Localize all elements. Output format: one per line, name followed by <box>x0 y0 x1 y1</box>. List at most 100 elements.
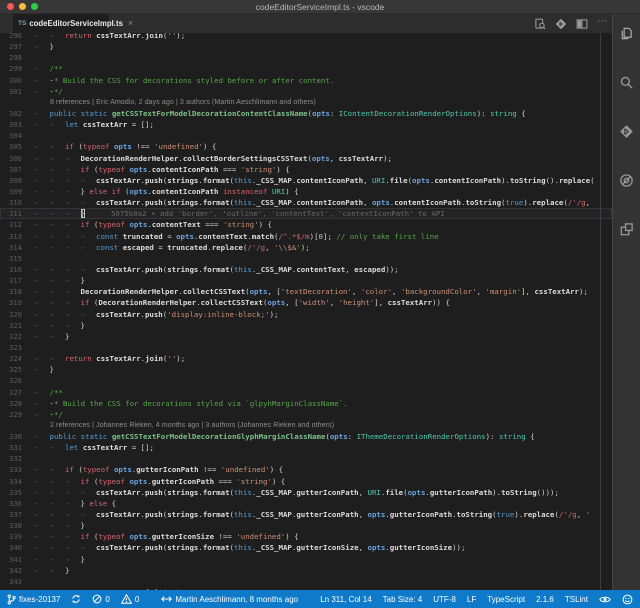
code-line[interactable]: 317→→→} <box>0 275 612 286</box>
code-line[interactable]: 325→} <box>0 364 612 375</box>
cursor-position-item[interactable]: Ln 311, Col 14 <box>320 595 371 604</box>
line-number: 323 <box>0 342 22 353</box>
codelens-row[interactable]: 2 references | Johannes Rieken, 4 months… <box>0 420 612 431</box>
gitlens-compare-icon[interactable] <box>555 18 567 30</box>
open-preview-icon[interactable] <box>534 18 546 30</box>
debug-icon[interactable] <box>619 173 634 188</box>
eol-item[interactable]: LF <box>467 595 476 604</box>
code-line[interactable]: 298 <box>0 52 612 63</box>
code-line[interactable]: 319→→→if (DecorationRenderHelper.collect… <box>0 297 612 308</box>
code-line[interactable]: 334→→→if (typeof opts.gutterIconPath ===… <box>0 476 612 487</box>
line-number: 310 <box>0 197 22 208</box>
code-line[interactable]: 313→→→→const truncated = opts.contentTex… <box>0 231 612 242</box>
code-line[interactable]: 310→→→→cssTextArr.push(strings.format(th… <box>0 197 612 208</box>
code-lines: 296→→return cssTextArr.join('');297→}298… <box>0 33 612 590</box>
code-line[interactable]: 299→/** <box>0 63 612 74</box>
code-line[interactable]: 329→·*/ <box>0 409 612 420</box>
tab-size-item[interactable]: Tab Size: 4 <box>383 595 423 604</box>
code-line[interactable]: 316→→→→cssTextArr.push(strings.format(th… <box>0 264 612 275</box>
code-line[interactable]: 342→→} <box>0 565 612 576</box>
code-line[interactable]: 340→→→→cssTextArr.push(strings.format(th… <box>0 542 612 553</box>
code-line[interactable]: 304 <box>0 130 612 141</box>
tab-whitespace-arrow-icon: → <box>65 520 81 531</box>
code-line[interactable]: 312→→→if (typeof opts.contentText === 's… <box>0 219 612 230</box>
code-line[interactable]: 305→→if (typeof opts !== 'undefined') { <box>0 141 612 152</box>
blame-item[interactable]: Martin Aeschlimann, 8 months ago <box>161 595 298 604</box>
code-line[interactable]: 339→→→if (typeof opts.gutterIconSize !==… <box>0 531 612 542</box>
git-branch-item[interactable]: fixes-20137 <box>7 594 60 605</box>
code-line[interactable]: 337→→→→cssTextArr.push(strings.format(th… <box>0 509 612 520</box>
code-line[interactable]: 328→·* Build the CSS for decorations sty… <box>0 398 612 409</box>
code-line[interactable]: 306→→→DecorationRenderHelper.collectBord… <box>0 153 612 164</box>
tab-label: codeEditorServiceImpl.ts <box>29 19 123 28</box>
ts-version-item[interactable]: 2.1.6 <box>536 595 554 604</box>
code-line[interactable]: 302→public static getCSSTextForModelDeco… <box>0 108 612 119</box>
code-line[interactable]: 333→→if (typeof opts.gutterIconPath !== … <box>0 464 612 475</box>
code-line[interactable]: 321→→→} <box>0 320 612 331</box>
split-editor-icon[interactable] <box>576 18 588 30</box>
code-line-current[interactable]: 311→→→}5075b0a2 • add 'border', 'outline… <box>0 208 612 219</box>
search-icon[interactable] <box>619 75 634 90</box>
scrollbar[interactable] <box>600 33 601 590</box>
tab-whitespace-arrow-icon: → <box>34 119 50 130</box>
tab-whitespace-arrow-icon: → <box>34 208 50 219</box>
sync-item[interactable] <box>71 594 81 604</box>
code-line[interactable]: 320→→→→cssTextArr.push('display:inline-b… <box>0 309 612 320</box>
code-line[interactable]: 296→→return cssTextArr.join(''); <box>0 33 612 41</box>
code-line[interactable]: 338→→→} <box>0 520 612 531</box>
tab-whitespace-arrow-icon: → <box>34 41 50 52</box>
code-line[interactable]: 330→public static getCSSTextForModelDeco… <box>0 431 612 442</box>
feedback-smiley-icon[interactable] <box>622 594 633 605</box>
tab-whitespace-arrow-icon: → <box>50 264 66 275</box>
code-line[interactable]: 324→→return cssTextArr.join(''); <box>0 353 612 364</box>
tab-whitespace-arrow-icon: → <box>34 387 50 398</box>
code-line[interactable]: 331→→let cssTextArr = []; <box>0 442 612 453</box>
codelens-row[interactable]: 8 references | Eric Amodio, 2 days ago |… <box>0 97 612 108</box>
code-line[interactable]: 318→→→DecorationRenderHelper.collectCSST… <box>0 286 612 297</box>
line-number: 306 <box>0 153 22 164</box>
tab-whitespace-arrow-icon: → <box>65 297 81 308</box>
tslint-item[interactable]: TSLint <box>565 595 588 604</box>
tab-codeEditorServiceImpl[interactable]: TS codeEditorServiceImpl.ts × <box>13 14 109 33</box>
errors-item[interactable]: 0 <box>92 594 109 604</box>
tab-whitespace-arrow-icon: → <box>34 286 50 297</box>
code-line[interactable]: 307→→→if (typeof opts.contentIconPath ==… <box>0 164 612 175</box>
tab-whitespace-arrow-icon: → <box>65 164 81 175</box>
code-line[interactable]: 336→→→} else { <box>0 498 612 509</box>
code-line[interactable]: 323 <box>0 342 612 353</box>
code-line[interactable]: 343 <box>0 576 612 587</box>
more-actions-icon[interactable]: ⋯ <box>597 17 608 31</box>
code-line[interactable]: 327→/** <box>0 387 612 398</box>
code-line[interactable]: 315 <box>0 253 612 264</box>
line-number: 338 <box>0 520 22 531</box>
code-line[interactable]: 300→·* Build the CSS for decorations sty… <box>0 75 612 86</box>
code-line[interactable]: 322→→} <box>0 331 612 342</box>
code-line[interactable]: 308→→→→cssTextArr.push(strings.format(th… <box>0 175 612 186</box>
language-item[interactable]: TypeScript <box>487 595 525 604</box>
code-line[interactable]: 303→→let cssTextArr = []; <box>0 119 612 130</box>
code-line[interactable]: 332 <box>0 453 612 464</box>
code-line[interactable]: 341→→→} <box>0 554 612 565</box>
code-line[interactable]: 309→→→} else if (opts.contentIconPath in… <box>0 186 612 197</box>
close-tab-icon[interactable]: × <box>128 19 133 28</box>
files-icon[interactable] <box>619 26 634 41</box>
tab-whitespace-arrow-icon: → <box>34 75 50 86</box>
gitlens-icon[interactable] <box>619 124 634 139</box>
code-line[interactable]: 314→→→→const escaped = truncated.replace… <box>0 242 612 253</box>
editor[interactable]: 296→→return cssTextArr.join('');297→}298… <box>0 33 612 590</box>
code-line[interactable]: 301→·*/ <box>0 86 612 97</box>
code-line[interactable]: 335→→→→cssTextArr.push(strings.format(th… <box>0 487 612 498</box>
line-number: 327 <box>0 387 22 398</box>
toggle-blame-eye-icon[interactable] <box>599 595 611 604</box>
tab-whitespace-arrow-icon: → <box>34 353 50 364</box>
tab-whitespace-arrow-icon: → <box>50 442 66 453</box>
warnings-item[interactable]: 0 <box>121 594 139 604</box>
line-number: 305 <box>0 141 22 152</box>
tab-whitespace-arrow-icon: → <box>81 509 97 520</box>
tab-whitespace-arrow-icon: → <box>81 175 97 186</box>
encoding-item[interactable]: UTF-8 <box>433 595 456 604</box>
code-line[interactable]: 297→} <box>0 41 612 52</box>
extensions-icon[interactable] <box>619 222 634 237</box>
tab-whitespace-arrow-icon: → <box>50 476 66 487</box>
code-line[interactable]: 326 <box>0 375 612 386</box>
